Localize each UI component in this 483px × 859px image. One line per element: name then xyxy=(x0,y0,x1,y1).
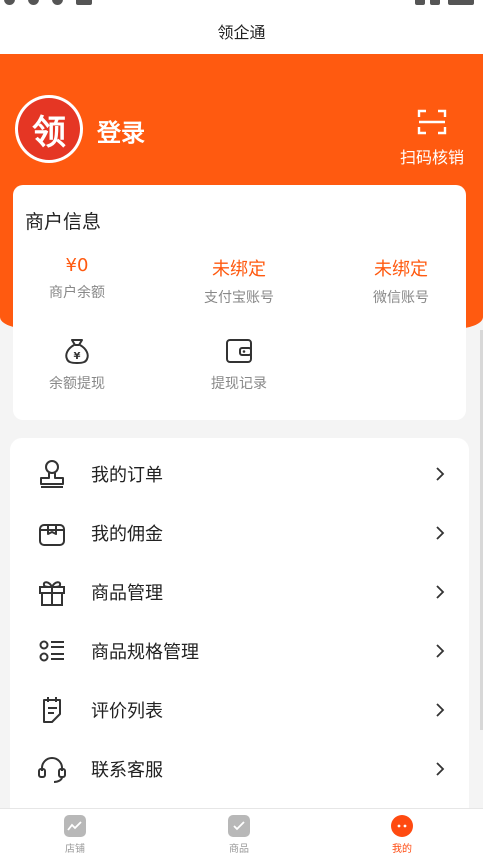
stamp-icon xyxy=(40,459,64,488)
menu-item-orders[interactable]: 我的订单 xyxy=(10,444,469,503)
status-icon xyxy=(52,0,63,5)
headset-icon xyxy=(38,756,66,783)
stat-label: 微信账号 xyxy=(373,290,429,306)
box-icon xyxy=(39,523,65,546)
menu-item-label: 联系客服 xyxy=(91,759,163,781)
balance-stat[interactable]: ¥0 商户余额 xyxy=(17,255,137,302)
status-icon xyxy=(28,0,39,5)
stat-label: 商户余额 xyxy=(49,285,105,301)
tab-label: 我的 xyxy=(392,844,412,855)
tab-label: 商品 xyxy=(229,844,249,855)
profile-icon xyxy=(391,815,413,837)
menu-list: 我的订单 我的佣金 商品管理 商品规格管理 评价列表 联系客服 xyxy=(10,438,469,808)
battery-icon xyxy=(430,0,440,5)
alipay-stat[interactable]: 未绑定 支付宝账号 xyxy=(179,255,299,307)
status-icon xyxy=(4,0,15,5)
chevron-right-icon xyxy=(436,761,445,776)
chevron-right-icon xyxy=(436,466,445,481)
svg-text:¥: ¥ xyxy=(74,351,81,362)
signal-icon xyxy=(415,0,425,5)
action-label: 余额提现 xyxy=(49,376,105,392)
status-bar xyxy=(0,0,483,8)
menu-item-label: 商品规格管理 xyxy=(91,641,199,663)
scan-label: 扫码核销 xyxy=(399,148,464,167)
merchant-info-card: 商户信息 ¥0 商户余额 未绑定 支付宝账号 未绑定 微信账号 ¥ 余额提现 提… xyxy=(13,185,466,420)
menu-item-label: 评价列表 xyxy=(91,700,163,722)
page-title: 领企通 xyxy=(217,23,266,42)
stat-value: 未绑定 xyxy=(374,259,428,280)
action-label: 提现记录 xyxy=(211,376,267,392)
menu-item-label: 我的订单 xyxy=(91,464,163,486)
logo-mark: 领 xyxy=(18,98,80,160)
chart-icon xyxy=(64,815,86,837)
menu-item-products[interactable]: 商品管理 xyxy=(10,562,469,621)
tab-label: 店铺 xyxy=(65,844,85,855)
menu-item-label: 商品管理 xyxy=(91,582,163,604)
wechat-stat[interactable]: 未绑定 微信账号 xyxy=(341,255,461,307)
login-button[interactable]: 登录 xyxy=(97,113,145,148)
chevron-right-icon xyxy=(436,702,445,717)
scan-verify-button[interactable]: 扫码核销 xyxy=(390,108,474,168)
clock-icon xyxy=(448,0,474,5)
list-icon xyxy=(39,640,64,661)
menu-item-commission[interactable]: 我的佣金 xyxy=(10,503,469,562)
chevron-right-icon xyxy=(436,525,445,540)
document-icon xyxy=(228,815,250,837)
stat-value: 未绑定 xyxy=(212,259,266,280)
stat-label: 支付宝账号 xyxy=(204,290,274,306)
tab-products[interactable]: 商品 xyxy=(204,815,274,855)
menu-item-label: 我的佣金 xyxy=(91,523,163,545)
tab-shop[interactable]: 店铺 xyxy=(40,815,110,855)
chevron-right-icon xyxy=(436,584,445,599)
chevron-right-icon xyxy=(436,643,445,658)
menu-item-product-specs[interactable]: 商品规格管理 xyxy=(10,621,469,680)
title-bar: 领企通 xyxy=(0,8,483,54)
avatar[interactable]: 领 xyxy=(15,95,83,163)
menu-item-customer-service[interactable]: 联系客服 xyxy=(10,739,469,798)
scan-icon xyxy=(417,109,447,135)
withdraw-button[interactable]: ¥ 余额提现 xyxy=(32,335,122,393)
status-icon xyxy=(76,0,92,5)
tab-mine[interactable]: 我的 xyxy=(367,815,437,855)
clipboard-icon xyxy=(43,696,61,723)
money-bag-icon: ¥ xyxy=(65,339,89,365)
wallet-icon xyxy=(226,339,252,363)
card-title: 商户信息 xyxy=(25,211,102,233)
withdraw-records-button[interactable]: 提现记录 xyxy=(194,335,284,393)
menu-item-reviews[interactable]: 评价列表 xyxy=(10,680,469,739)
stat-value: ¥0 xyxy=(65,255,89,276)
gift-icon xyxy=(39,580,65,606)
bottom-tab-bar: 店铺 商品 我的 xyxy=(0,808,483,859)
